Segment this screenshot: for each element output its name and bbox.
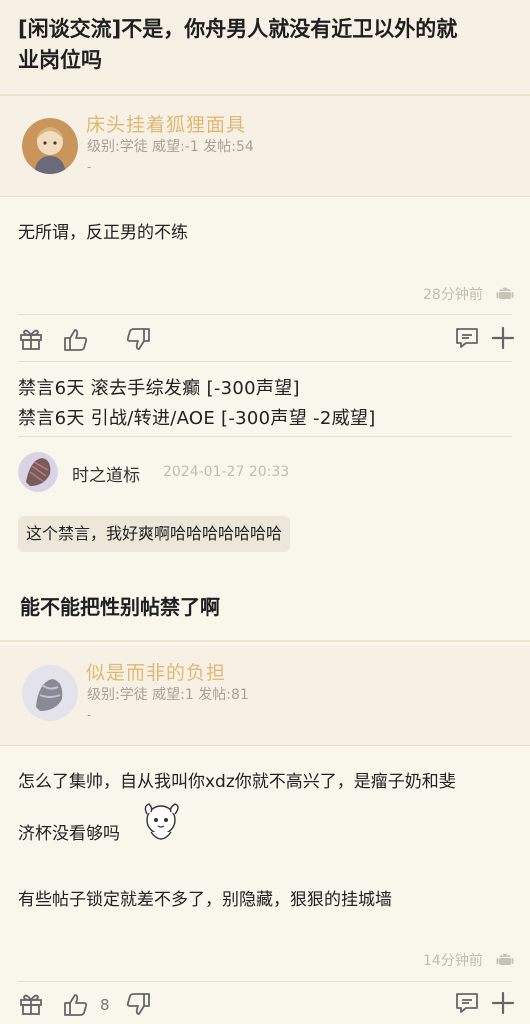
plus-icon[interactable] bbox=[490, 990, 516, 1016]
gift-icon[interactable] bbox=[18, 991, 44, 1017]
comment-text: 这个禁言，我好爽啊哈哈哈哈哈哈哈 bbox=[18, 516, 291, 552]
comment-author[interactable]: 时之道标 bbox=[72, 461, 140, 486]
user-signature: - bbox=[87, 708, 92, 722]
post-time: 28分钟前 bbox=[423, 287, 483, 303]
plus-icon[interactable] bbox=[490, 325, 516, 351]
thumbs-down-icon[interactable] bbox=[125, 991, 151, 1017]
thumbs-up-icon[interactable] bbox=[63, 992, 89, 1018]
post-content: 济杯没看够吗 bbox=[18, 824, 120, 844]
username[interactable]: 似是而非的负担 bbox=[86, 658, 226, 685]
thread-title-line1: [闲谈交流]不是，你舟男人就没有近卫以外的就 bbox=[18, 17, 458, 41]
avatar[interactable] bbox=[22, 665, 78, 721]
user-info: 级别:学徒 威望:1 发帖:81 - bbox=[87, 684, 249, 722]
moderation-note: 禁言6天 滚去手综发癫 [-300声望] bbox=[18, 378, 300, 399]
user-stats: 级别:学徒 威望:1 发帖:81 bbox=[87, 687, 249, 703]
divider bbox=[18, 314, 512, 315]
comment-avatar[interactable] bbox=[18, 452, 58, 492]
divider bbox=[18, 981, 512, 982]
divider bbox=[18, 361, 512, 362]
post-content: 有些帖子锁定就差不多了，别隐藏，狠狠的挂城墙 bbox=[18, 890, 392, 910]
user-signature: - bbox=[87, 160, 92, 174]
comment-icon[interactable] bbox=[454, 990, 480, 1016]
moderation-note: 禁言6天 引战/转进/AOE [-300声望 -2威望] bbox=[18, 408, 376, 429]
post-header: 似是而非的负担 级别:学徒 威望:1 发帖:81 - bbox=[0, 645, 530, 746]
like-count: 8 bbox=[100, 996, 110, 1014]
thumbs-up-icon[interactable] bbox=[63, 327, 89, 353]
post-content: 无所谓，反正男的不练 bbox=[18, 223, 188, 243]
thread-title: [闲谈交流]不是，你舟男人就没有近卫以外的就 业岗位吗 bbox=[0, 0, 530, 96]
post-content: 怎么了集帅，自从我叫你xdz你就不高兴了，是瘤子奶和斐 bbox=[18, 772, 456, 792]
avatar[interactable] bbox=[22, 118, 78, 174]
thumbs-down-icon[interactable] bbox=[125, 326, 151, 352]
sticker-image bbox=[133, 796, 189, 852]
comment-icon[interactable] bbox=[454, 325, 480, 351]
user-stats: 级别:学徒 威望:-1 发帖:54 bbox=[87, 139, 254, 155]
thread-title-line2: 业岗位吗 bbox=[18, 48, 102, 72]
divider bbox=[18, 436, 512, 437]
section-title: 能不能把性别帖禁了啊 bbox=[0, 574, 530, 642]
android-icon bbox=[496, 284, 514, 302]
post-header: 床头挂着狐狸面具 级别:学徒 威望:-1 发帖:54 - bbox=[0, 96, 530, 197]
gift-icon[interactable] bbox=[18, 326, 44, 352]
comment-time: 2024-01-27 20:33 bbox=[163, 464, 290, 480]
post-time: 14分钟前 bbox=[423, 953, 483, 969]
username[interactable]: 床头挂着狐狸面具 bbox=[86, 110, 246, 137]
user-info: 级别:学徒 威望:-1 发帖:54 - bbox=[87, 136, 254, 174]
android-icon bbox=[496, 950, 514, 968]
